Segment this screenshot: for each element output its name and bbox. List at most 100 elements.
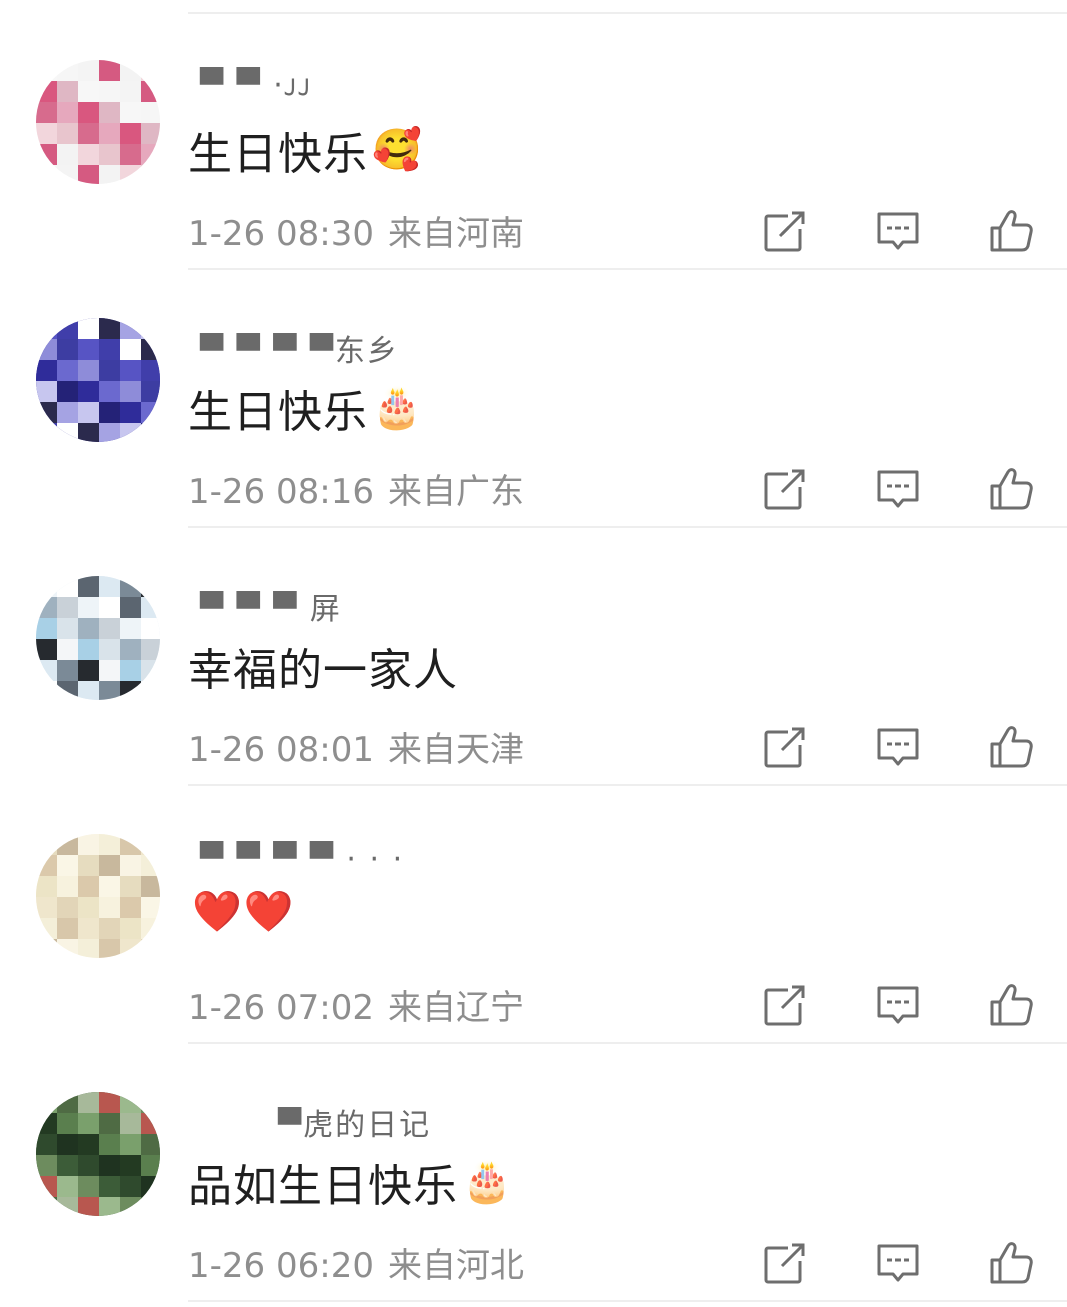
avatar[interactable] — [36, 1092, 160, 1216]
avatar-pixel — [78, 144, 99, 165]
share-button[interactable] — [760, 1238, 810, 1288]
avatar-pixel — [141, 681, 160, 700]
avatar-pixel — [36, 660, 57, 681]
username[interactable]: ▀ ▀ ▀ 屏 — [200, 584, 342, 627]
comment-text: 品如生日快乐 🎂 — [188, 1150, 513, 1214]
like-button[interactable] — [986, 464, 1036, 514]
avatar-pixel — [78, 165, 99, 184]
comment-text: 生日快乐 🥰 — [188, 118, 423, 182]
share-button[interactable] — [760, 722, 810, 772]
avatar[interactable] — [36, 834, 160, 958]
avatar-pixel — [141, 918, 160, 939]
avatar-pixel — [99, 597, 120, 618]
comment-icon — [877, 470, 919, 508]
avatar-pixel — [99, 855, 120, 876]
avatar-pixel — [57, 318, 78, 339]
username[interactable]: ▀ ▀ ▀ ▀ · · · — [200, 842, 404, 884]
comment-button[interactable] — [873, 464, 923, 514]
avatar-pixel — [99, 360, 120, 381]
comment-button[interactable] — [873, 722, 923, 772]
comment-actions — [760, 722, 1040, 772]
avatar-pixel — [141, 660, 160, 681]
avatar-pixel — [36, 144, 57, 165]
avatar-pixel — [57, 360, 78, 381]
timestamp: 1-26 08:30 — [188, 214, 374, 254]
avatar-pixel — [78, 681, 99, 700]
comment-actions — [760, 1238, 1040, 1288]
divider — [188, 1300, 1067, 1302]
avatar-pixel — [78, 381, 99, 402]
avatar[interactable] — [36, 60, 160, 184]
avatar-pixel — [141, 360, 160, 381]
avatar-pixel — [78, 360, 99, 381]
avatar-pixel — [36, 939, 57, 958]
avatar-pixel — [99, 423, 120, 442]
avatar[interactable] — [36, 576, 160, 700]
avatar[interactable] — [36, 318, 160, 442]
avatar-pixel — [57, 597, 78, 618]
avatar-pixel — [141, 318, 160, 339]
avatar-pixel — [99, 618, 120, 639]
share-icon — [764, 725, 808, 768]
avatar-pixel — [120, 102, 141, 123]
avatar-pixel — [78, 1092, 99, 1113]
avatar-pixel — [78, 81, 99, 102]
avatar-pixel — [120, 1197, 141, 1216]
like-button[interactable] — [986, 980, 1036, 1030]
avatar-pixel — [57, 60, 78, 81]
avatar-pixel — [57, 660, 78, 681]
comment-meta: 1-26 08:30 来自河南 — [188, 206, 524, 255]
avatar-pixel — [120, 402, 141, 423]
avatar-pixel — [120, 381, 141, 402]
avatar-pixel — [120, 597, 141, 618]
avatar-pixel — [99, 660, 120, 681]
avatar-pixel — [99, 1155, 120, 1176]
share-button[interactable] — [760, 980, 810, 1030]
avatar-pixel — [57, 639, 78, 660]
avatar-pixel — [78, 318, 99, 339]
like-button[interactable] — [986, 206, 1036, 256]
share-button[interactable] — [760, 464, 810, 514]
avatar-pixel — [99, 1092, 120, 1113]
comment-feed: ▀ ▀ ·ᴊᴊ 生日快乐 🥰 1-26 08:30 来自河南 ▀ ▀ ▀ ▀东乡 … — [0, 0, 1067, 1307]
avatar-pixel — [57, 1134, 78, 1155]
username[interactable]: ▀ ▀ ·ᴊᴊ — [200, 68, 312, 110]
avatar-pixel — [36, 597, 57, 618]
heart-icon: ❤️❤️ — [192, 889, 296, 935]
like-button[interactable] — [986, 1238, 1036, 1288]
avatar-pixel — [78, 597, 99, 618]
avatar-pixel — [36, 318, 57, 339]
avatar-pixel — [78, 1155, 99, 1176]
avatar-pixel — [120, 423, 141, 442]
avatar-pixel — [120, 576, 141, 597]
comment-button[interactable] — [873, 206, 923, 256]
like-icon — [990, 726, 1033, 768]
location: 来自辽宁 — [387, 988, 524, 1028]
like-button[interactable] — [986, 722, 1036, 772]
avatar-pixel — [141, 60, 160, 81]
avatar-pixel — [36, 102, 57, 123]
avatar-pixel — [78, 897, 99, 918]
comment-button[interactable] — [873, 980, 923, 1030]
username[interactable]: ▀ ▀ ▀ ▀东乡 — [200, 326, 399, 369]
avatar-pixel — [78, 1176, 99, 1197]
comment-meta: 1-26 08:16 来自广东 — [188, 464, 524, 513]
avatar-pixel — [141, 876, 160, 897]
avatar-pixel — [78, 60, 99, 81]
share-button[interactable] — [760, 206, 810, 256]
username[interactable]: ▀虎的日记 — [278, 1100, 431, 1143]
share-icon — [764, 467, 808, 510]
avatar-pixel — [78, 855, 99, 876]
avatar-pixel — [141, 576, 160, 597]
avatar-pixel — [120, 876, 141, 897]
avatar-pixel — [36, 60, 57, 81]
comment-icon — [877, 1244, 919, 1282]
avatar-pixel — [99, 60, 120, 81]
avatar-pixel — [36, 681, 57, 700]
avatar-pixel — [57, 681, 78, 700]
avatar-pixel — [141, 402, 160, 423]
comment-button[interactable] — [873, 1238, 923, 1288]
avatar-pixel — [36, 876, 57, 897]
avatar-pixel — [99, 1197, 120, 1216]
avatar-pixel — [99, 918, 120, 939]
